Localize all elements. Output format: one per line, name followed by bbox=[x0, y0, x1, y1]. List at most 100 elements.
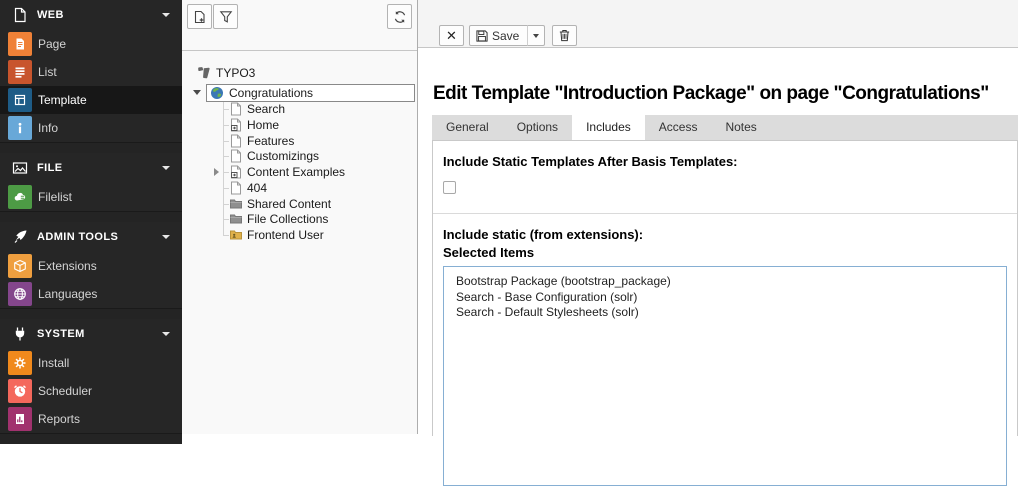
save-dropdown-button[interactable] bbox=[527, 25, 545, 46]
tab-bar: General Options Includes Access Notes bbox=[432, 115, 1018, 140]
selected-items-listbox[interactable]: Bootstrap Package (bootstrap_package) Se… bbox=[443, 266, 1007, 486]
selected-items-label: Selected Items bbox=[443, 245, 1007, 260]
sidebar-divider bbox=[0, 142, 182, 153]
tree-node-file-collections[interactable]: File Collections bbox=[182, 211, 417, 227]
sidebar-item-filelist[interactable]: Filelist bbox=[0, 183, 182, 211]
plug-outline-icon bbox=[12, 326, 28, 342]
tree-node-features[interactable]: Features bbox=[182, 133, 417, 149]
sidebar-item-languages[interactable]: Languages bbox=[0, 280, 182, 308]
module-sidebar: WEB Page List Template Info FILE bbox=[0, 0, 182, 434]
tab-includes[interactable]: Includes bbox=[572, 115, 645, 140]
expand-toggle-icon[interactable] bbox=[214, 168, 219, 176]
tab-access[interactable]: Access bbox=[645, 115, 712, 140]
tree-node-label: Customizings bbox=[247, 149, 319, 163]
filter-icon bbox=[219, 10, 233, 24]
tree-node-shared-content[interactable]: Shared Content bbox=[182, 196, 417, 212]
tree-node-label: 404 bbox=[247, 181, 267, 195]
new-page-icon bbox=[193, 10, 207, 24]
tab-general[interactable]: General bbox=[432, 115, 503, 140]
list-item[interactable]: Search - Base Configuration (solr) bbox=[444, 290, 1006, 306]
new-page-button[interactable] bbox=[187, 4, 212, 29]
chevron-down-icon bbox=[162, 13, 170, 17]
tab-notes[interactable]: Notes bbox=[711, 115, 770, 140]
tree-node-404[interactable]: 404 bbox=[182, 180, 417, 196]
include-after-basis-checkbox[interactable] bbox=[443, 181, 456, 194]
list-module-icon bbox=[8, 60, 32, 84]
chevron-down-icon bbox=[533, 34, 539, 38]
sidebar-section-system[interactable]: SYSTEM bbox=[0, 319, 182, 349]
save-button-label: Save bbox=[492, 29, 519, 43]
sidebar-item-extensions[interactable]: Extensions bbox=[0, 252, 182, 280]
tree-node-congratulations[interactable]: Congratulations bbox=[182, 84, 417, 102]
close-icon: ✕ bbox=[446, 29, 457, 42]
sidebar-item-info[interactable]: Info bbox=[0, 114, 182, 142]
install-module-icon bbox=[8, 351, 32, 375]
tree-node-frontend-user[interactable]: Frontend User bbox=[182, 227, 417, 243]
filelist-module-icon bbox=[8, 185, 32, 209]
sidebar-item-label: Page bbox=[38, 37, 66, 51]
refresh-button[interactable] bbox=[387, 4, 412, 29]
page-shortcut-icon bbox=[229, 165, 243, 179]
globe-icon bbox=[210, 86, 224, 100]
tree-node-label: Features bbox=[247, 134, 294, 148]
list-item[interactable]: Bootstrap Package (bootstrap_package) bbox=[444, 274, 1006, 290]
sidebar-section-file[interactable]: FILE bbox=[0, 153, 182, 183]
page-blank-icon bbox=[229, 149, 243, 163]
tree-root-typo3[interactable]: TYPO3 bbox=[182, 65, 417, 81]
sidebar-item-label: Info bbox=[38, 121, 58, 135]
tree-node-home[interactable]: Home bbox=[182, 117, 417, 133]
folder-user-icon bbox=[229, 228, 243, 242]
chevron-down-icon bbox=[162, 332, 170, 336]
sidebar-item-scheduler[interactable]: Scheduler bbox=[0, 377, 182, 405]
doc-header: ✕ Save bbox=[418, 0, 1018, 48]
page-title: Edit Template "Introduction Package" on … bbox=[433, 83, 989, 105]
collapse-toggle-icon[interactable] bbox=[193, 90, 201, 95]
tree-node-label: Frontend User bbox=[247, 228, 324, 242]
sidebar-item-list[interactable]: List bbox=[0, 58, 182, 86]
tab-options[interactable]: Options bbox=[503, 115, 572, 140]
info-module-icon bbox=[8, 116, 32, 140]
sidebar-item-label: Filelist bbox=[38, 190, 72, 204]
save-button[interactable]: Save bbox=[469, 25, 528, 46]
include-static-section: Include static (from extensions): Select… bbox=[433, 214, 1017, 486]
sidebar-item-label: Scheduler bbox=[38, 384, 92, 398]
folder-icon bbox=[229, 212, 243, 226]
sidebar-item-label: Install bbox=[38, 356, 69, 370]
chevron-down-icon bbox=[162, 166, 170, 170]
sidebar-item-template[interactable]: Template bbox=[0, 86, 182, 114]
sidebar-item-label: Reports bbox=[38, 412, 80, 426]
sidebar-item-page[interactable]: Page bbox=[0, 30, 182, 58]
page-tree-toolbar bbox=[182, 0, 417, 51]
sidebar-section-label: FILE bbox=[37, 162, 62, 174]
image-outline-icon bbox=[12, 160, 28, 176]
extensions-module-icon bbox=[8, 254, 32, 278]
page-blank-icon bbox=[229, 102, 243, 116]
sidebar-section-admin-tools[interactable]: ADMIN TOOLS bbox=[0, 222, 182, 252]
page-module-icon bbox=[8, 32, 32, 56]
typo3-backend: { "sidebar": { "sections": [ { "label": … bbox=[0, 0, 1018, 434]
list-item[interactable]: Search - Default Stylesheets (solr) bbox=[444, 305, 1006, 321]
sidebar-divider bbox=[0, 308, 182, 319]
delete-button[interactable] bbox=[552, 25, 577, 46]
document-outline-icon bbox=[12, 7, 28, 23]
filter-button[interactable] bbox=[213, 4, 238, 29]
tree-node-label: Content Examples bbox=[247, 165, 345, 179]
sidebar-item-label: List bbox=[38, 65, 57, 79]
tree-node-label: Congratulations bbox=[229, 86, 313, 100]
tree-node-customizings[interactable]: Customizings bbox=[182, 148, 417, 164]
tree-node-search[interactable]: Search bbox=[182, 101, 417, 117]
reports-module-icon bbox=[8, 407, 32, 431]
sidebar-section-web[interactable]: WEB bbox=[0, 0, 182, 30]
tree-node-content-examples[interactable]: Content Examples bbox=[182, 164, 417, 180]
sidebar-section-label: WEB bbox=[37, 9, 64, 21]
content-area: ✕ Save Edit Template "Introduction Packa… bbox=[418, 0, 1018, 434]
scheduler-module-icon bbox=[8, 379, 32, 403]
tree-node-label: Shared Content bbox=[247, 197, 331, 211]
page-tree: TYPO3 Congratulations Search Home Featur… bbox=[182, 50, 417, 434]
rocket-outline-icon bbox=[12, 229, 28, 245]
close-button[interactable]: ✕ bbox=[439, 25, 464, 46]
sidebar-item-reports[interactable]: Reports bbox=[0, 405, 182, 433]
sidebar-item-label: Template bbox=[38, 93, 87, 107]
page-tree-panel: TYPO3 Congratulations Search Home Featur… bbox=[182, 0, 418, 434]
sidebar-item-install[interactable]: Install bbox=[0, 349, 182, 377]
